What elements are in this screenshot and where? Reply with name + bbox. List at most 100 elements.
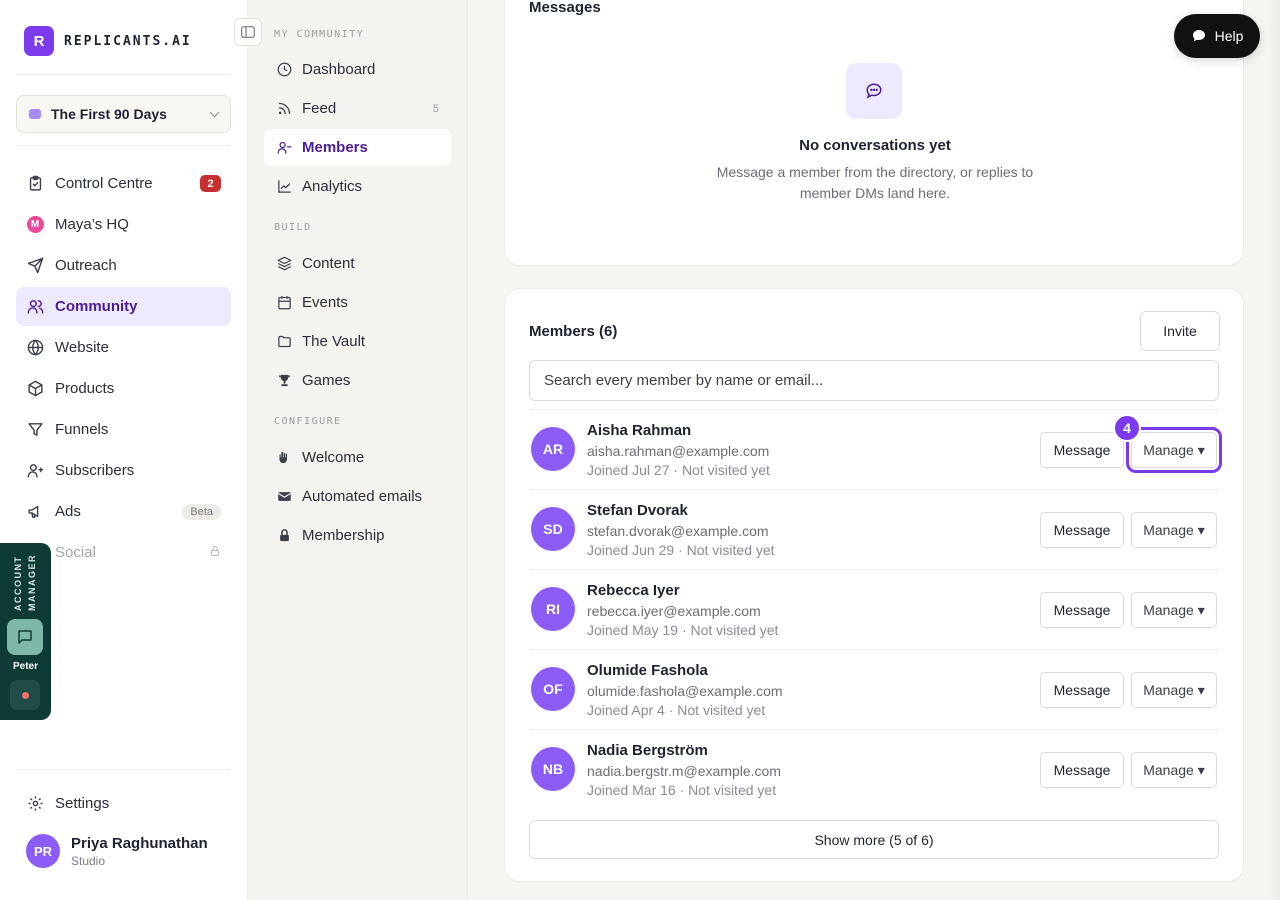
subnav-item-automated-emails[interactable]: Automated emails xyxy=(264,478,451,515)
workspace-selector[interactable]: The First 90 Days xyxy=(16,95,231,133)
message-button[interactable]: Message xyxy=(1040,592,1124,628)
member-meta: Joined Jul 27 · Not visited yet xyxy=(587,462,770,478)
chart-line-icon xyxy=(276,179,292,195)
subnav-item-analytics[interactable]: Analytics xyxy=(264,168,451,205)
divider xyxy=(16,145,231,146)
lock-icon xyxy=(276,528,292,544)
chat-bubble-icon xyxy=(846,63,902,119)
subnav-item-welcome[interactable]: Welcome xyxy=(264,439,451,476)
nav-item-products[interactable]: Products xyxy=(16,369,231,408)
subnav-item-dashboard[interactable]: Dashboard xyxy=(264,51,451,88)
workspace-name: The First 90 Days xyxy=(51,106,167,122)
subnav-item-vault[interactable]: The Vault xyxy=(264,323,451,360)
manage-button[interactable]: Manage ▾ xyxy=(1131,672,1217,708)
member-email: olumide.fashola@example.com xyxy=(587,683,783,699)
nav-item-funnels[interactable]: Funnels xyxy=(16,410,231,449)
manage-button[interactable]: Manage ▾ xyxy=(1131,752,1217,788)
avatar: SD xyxy=(531,507,575,551)
manage-button[interactable]: Manage ▾ xyxy=(1131,592,1217,628)
box-icon xyxy=(26,380,44,398)
member-email: nadia.bergstr.m@example.com xyxy=(587,763,781,779)
user-profile[interactable]: PR Priya Raghunathan Studio xyxy=(26,834,208,868)
show-more-button[interactable]: Show more (5 of 6) xyxy=(529,820,1219,859)
nav-label: Products xyxy=(55,380,115,397)
avatar: RI xyxy=(531,587,575,631)
message-button[interactable]: Message xyxy=(1040,752,1124,788)
message-button[interactable]: Message xyxy=(1040,512,1124,548)
empty-state-title: No conversations yet xyxy=(799,137,951,154)
subnav-label: The Vault xyxy=(302,333,366,350)
invite-button[interactable]: Invite xyxy=(1140,311,1220,351)
message-button[interactable]: Message xyxy=(1040,432,1124,468)
avatar: NB xyxy=(531,747,575,791)
manage-button[interactable]: Manage ▾ xyxy=(1131,512,1217,548)
subnav-label: Welcome xyxy=(302,449,365,466)
nav-item-website[interactable]: Website xyxy=(16,328,231,367)
subnav-label: Events xyxy=(302,294,348,311)
subnav-item-games[interactable]: Games xyxy=(264,362,451,399)
trophy-icon xyxy=(276,373,292,389)
divider xyxy=(16,74,231,75)
member-name: Stefan Dvorak xyxy=(587,502,688,519)
page-edge-shadow xyxy=(1266,0,1280,900)
notification-badge: 2 xyxy=(200,175,221,192)
subnav-item-members[interactable]: Members xyxy=(264,129,451,166)
main-sidebar: R REPLICANTS.AI The First 90 Days Contro… xyxy=(0,0,248,900)
brand-logo: R xyxy=(24,26,54,56)
manage-button[interactable]: Manage ▾ xyxy=(1126,427,1222,473)
members-icon xyxy=(276,140,292,156)
gear-icon xyxy=(26,795,44,813)
chat-icon xyxy=(1192,30,1205,42)
nav-item-outreach[interactable]: Outreach xyxy=(16,246,231,285)
record-button[interactable] xyxy=(10,680,40,710)
nav-item-control-centre[interactable]: Control Centre 2 xyxy=(16,164,231,203)
message-button[interactable]: Message xyxy=(1040,672,1124,708)
nav-item-community[interactable]: Community xyxy=(16,287,231,326)
subnav-label: Dashboard xyxy=(302,61,376,78)
member-name: Olumide Fashola xyxy=(587,662,708,679)
subnav-item-events[interactable]: Events xyxy=(264,284,451,321)
clipboard-icon xyxy=(26,175,44,193)
sidebar-toggle-button[interactable] xyxy=(234,18,262,46)
member-search-input[interactable] xyxy=(529,360,1219,401)
table-row: NB Nadia Bergström nadia.bergstr.m@examp… xyxy=(529,729,1219,809)
subnav-label: Membership xyxy=(302,527,385,544)
member-meta: Joined Apr 4 · Not visited yet xyxy=(587,702,766,718)
step-badge: 4 xyxy=(1113,414,1141,442)
avatar: AR xyxy=(531,427,575,471)
settings-link[interactable]: Settings xyxy=(16,785,231,822)
section-label: BUILD xyxy=(274,222,312,233)
main-nav: Control Centre 2 M Maya’s HQ Outreach Co… xyxy=(16,164,231,574)
messages-title: Messages xyxy=(529,0,601,16)
envelope-icon xyxy=(276,489,292,505)
account-manager-widget: ACCOUNT MANAGER Peter xyxy=(0,543,51,720)
nav-label: Website xyxy=(55,339,109,356)
nav-item-mayas-hq[interactable]: M Maya’s HQ xyxy=(16,205,231,244)
folder-icon xyxy=(276,334,292,350)
account-manager-label: ACCOUNT MANAGER xyxy=(13,554,37,612)
member-email: stefan.dvorak@example.com xyxy=(587,523,769,539)
member-meta: Joined May 19 · Not visited yet xyxy=(587,622,779,638)
members-list: AR Aisha Rahman aisha.rahman@example.com… xyxy=(529,409,1222,809)
nav-label: Subscribers xyxy=(55,462,135,479)
user-plan: Studio xyxy=(71,853,106,868)
table-row: RI Rebecca Iyer rebecca.iyer@example.com… xyxy=(529,569,1219,649)
subnav-item-content[interactable]: Content xyxy=(264,245,451,282)
nav-item-ads[interactable]: Ads Beta xyxy=(16,492,231,531)
subnav-label: Content xyxy=(302,255,355,272)
subnav-item-membership[interactable]: Membership xyxy=(264,517,451,554)
subnav-label: Analytics xyxy=(302,178,363,195)
member-name: Nadia Bergström xyxy=(587,742,708,759)
megaphone-icon xyxy=(26,503,44,521)
help-button[interactable]: Help xyxy=(1174,14,1260,58)
sidebar-toggle-icon xyxy=(241,26,255,38)
member-meta: Joined Jun 29 · Not visited yet xyxy=(587,542,775,558)
messages-card: Messages No conversations yet Message a … xyxy=(504,0,1244,266)
send-icon xyxy=(26,257,44,275)
avatar: PR xyxy=(26,834,60,868)
account-manager-chat-button[interactable] xyxy=(7,619,43,655)
member-name: Aisha Rahman xyxy=(587,422,692,439)
subnav-item-feed[interactable]: Feed 5 xyxy=(264,90,451,127)
brand[interactable]: R REPLICANTS.AI xyxy=(24,26,192,56)
nav-item-subscribers[interactable]: Subscribers xyxy=(16,451,231,490)
